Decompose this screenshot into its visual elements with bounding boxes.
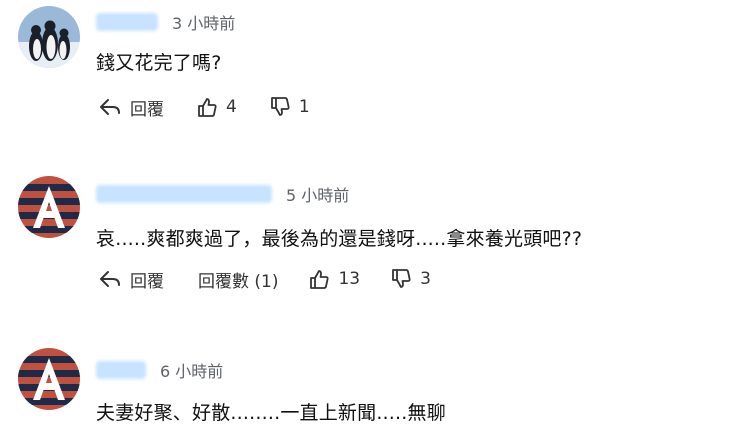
thumbs-down-icon [269, 96, 291, 118]
comment-actions: 回覆 回覆數 (1) 13 3 [98, 266, 431, 292]
replies-count-button[interactable]: 回覆數 (1) [198, 267, 278, 292]
like-button[interactable]: 4 [196, 96, 237, 118]
comment-meta: 3 小時前 [96, 10, 235, 34]
reply-arrow-icon [98, 268, 122, 290]
letter-a-avatar[interactable] [18, 176, 80, 238]
comment-meta: 5 小時前 [96, 182, 349, 206]
reply-button[interactable]: 回覆 [98, 267, 164, 292]
letter-a-avatar[interactable] [18, 348, 80, 410]
comment-time: 6 小時前 [160, 362, 224, 381]
reply-label: 回覆 [130, 99, 164, 120]
replies-count-label: 回覆數 (1) [198, 271, 279, 292]
comment-text: 夫妻好聚、好散........一直上新聞.....無聊 [96, 402, 446, 424]
dislike-count: 3 [420, 269, 431, 289]
author-name-blurred[interactable] [96, 361, 146, 379]
comment-text: 錢又花完了嗎? [96, 52, 222, 74]
thumbs-up-icon [196, 96, 218, 118]
like-button[interactable]: 13 [308, 268, 360, 290]
author-name-blurred[interactable] [96, 185, 272, 203]
like-count: 13 [338, 269, 361, 289]
penguin-avatar[interactable] [18, 6, 80, 68]
comment-meta: 6 小時前 [96, 358, 223, 382]
thumbs-down-icon [390, 268, 412, 290]
dislike-count: 1 [298, 97, 310, 117]
thumbs-up-icon [308, 268, 330, 290]
reply-label: 回覆 [130, 271, 164, 292]
comment-time: 3 小時前 [172, 14, 236, 33]
reply-arrow-icon [98, 96, 122, 118]
dislike-button[interactable]: 1 [269, 96, 310, 118]
reply-button[interactable]: 回覆 [98, 95, 164, 120]
author-name-blurred[interactable] [96, 13, 158, 31]
dislike-button[interactable]: 3 [390, 268, 431, 290]
comment-time: 5 小時前 [286, 186, 350, 205]
comment-actions: 回覆 4 1 [98, 94, 310, 120]
comment-text: 哀.....爽都爽過了，最後為的還是錢呀.....拿來養光頭吧?? [96, 228, 583, 250]
like-count: 4 [226, 97, 237, 117]
